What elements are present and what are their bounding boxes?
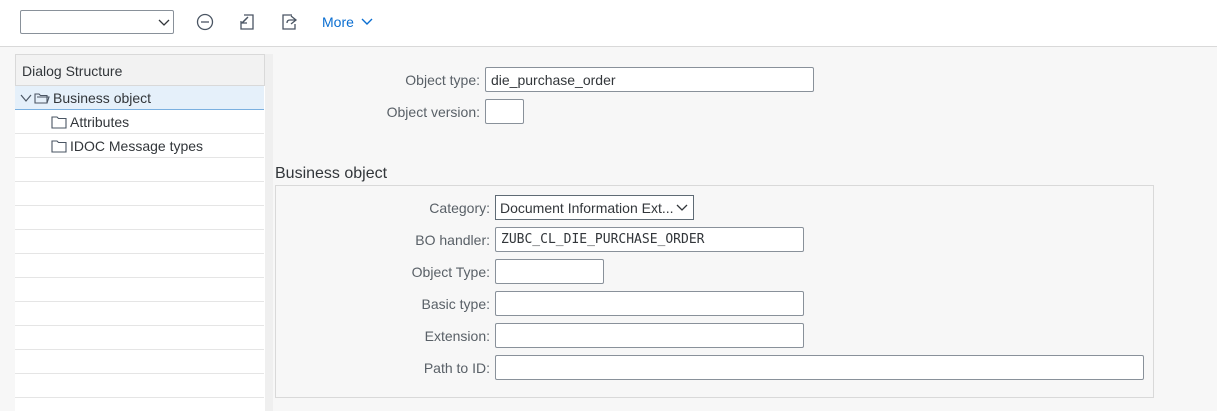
tree-empty-row (15, 230, 264, 254)
extension-field[interactable] (495, 323, 804, 348)
object-version-field[interactable] (485, 99, 524, 124)
tree-item-business-object[interactable]: Business object (15, 86, 264, 110)
tree-item-label: IDOC Message types (70, 138, 204, 154)
bo-handler-field[interactable]: ZUBC_CL_DIE_PURCHASE_ORDER (495, 227, 804, 252)
back-document-icon[interactable] (237, 12, 257, 32)
tree-empty-row (15, 182, 264, 206)
object-type-label: Object type: (405, 72, 480, 88)
object-type-value: die_purchase_order (491, 72, 616, 88)
minus-circle-icon[interactable] (195, 12, 215, 32)
object-version-label: Object version: (386, 104, 480, 120)
category-dropdown[interactable]: Document Information Ext... (495, 195, 694, 220)
bo-handler-label: BO handler: (415, 232, 490, 248)
chevron-down-icon[interactable] (20, 92, 32, 104)
path-to-id-field[interactable] (495, 355, 1144, 380)
forward-document-icon[interactable] (279, 12, 299, 32)
tree-item-attributes[interactable]: Attributes (15, 110, 264, 134)
basic-type-label: Basic type: (421, 296, 490, 312)
tree-empty-row (15, 326, 264, 350)
tree-empty-row (15, 302, 264, 326)
dialog-structure-panel: Dialog Structure Business object Attribu… (15, 54, 266, 411)
dialog-structure-title: Dialog Structure (22, 63, 123, 79)
tree-empty-row (15, 350, 264, 374)
bo-object-type-label: Object Type: (411, 264, 490, 280)
basic-type-field[interactable] (495, 291, 804, 316)
tree-empty-row (15, 254, 264, 278)
tree-empty-row (15, 206, 264, 230)
tree-empty-row (15, 158, 264, 182)
tree-empty-row (15, 278, 264, 302)
panel-splitter[interactable] (265, 54, 273, 411)
category-label: Category: (429, 200, 490, 216)
more-button[interactable]: More (322, 14, 374, 30)
path-to-id-label: Path to ID: (423, 360, 490, 376)
tree-empty-row (15, 374, 264, 398)
tree-item-idoc-message-types[interactable]: IDOC Message types (15, 134, 264, 158)
chevron-down-icon (676, 204, 688, 211)
toolbar: More (0, 0, 1217, 47)
open-folder-icon (34, 93, 50, 104)
bo-object-type-field[interactable] (495, 259, 604, 284)
folder-icon (51, 140, 67, 153)
tree-item-label: Business object (53, 90, 152, 106)
toolbar-select[interactable] (20, 10, 174, 34)
tree-item-label: Attributes (70, 114, 130, 130)
business-object-section-title: Business object (275, 165, 388, 182)
extension-label: Extension: (424, 328, 490, 344)
dialog-structure-header: Dialog Structure (15, 54, 265, 86)
bo-handler-value: ZUBC_CL_DIE_PURCHASE_ORDER (501, 232, 705, 247)
object-type-field[interactable]: die_purchase_order (485, 67, 814, 92)
folder-icon (51, 116, 67, 129)
more-label: More (322, 14, 354, 30)
chevron-down-icon (361, 18, 373, 25)
category-value: Document Information Ext... (500, 200, 674, 216)
chevron-down-icon (158, 19, 170, 26)
